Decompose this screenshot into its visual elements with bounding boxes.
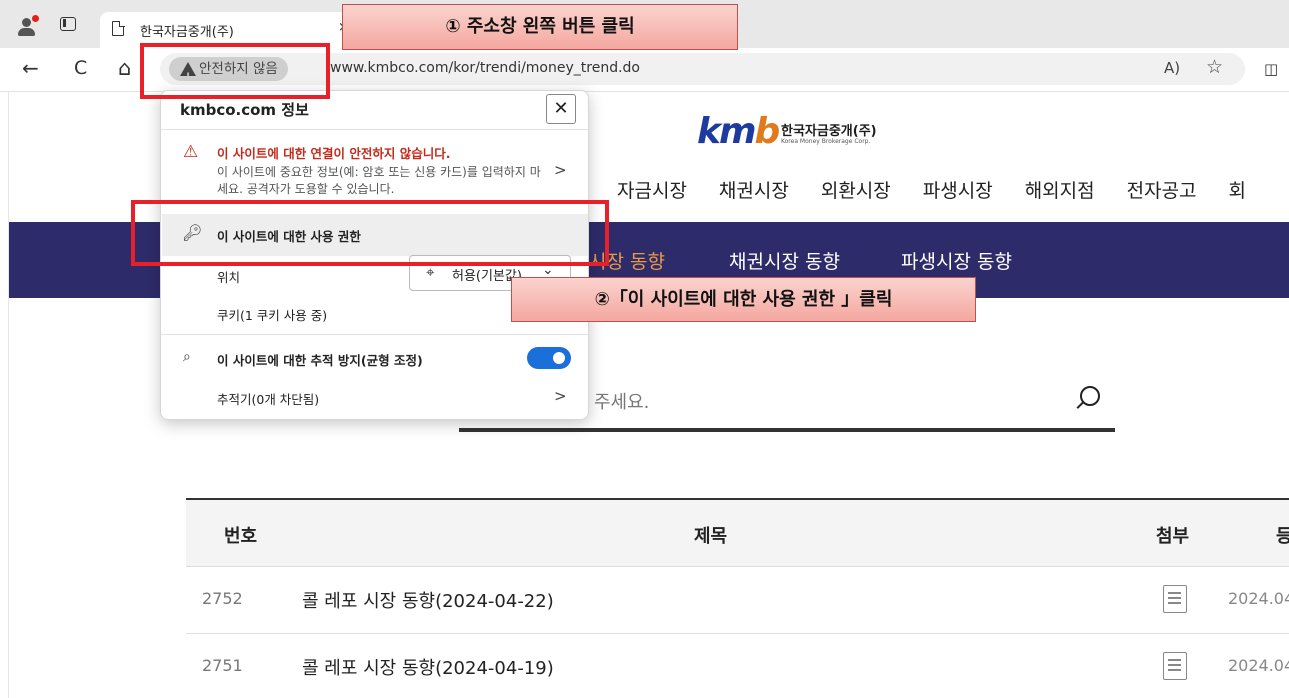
main-nav: 자금시장 채권시장 외환시장 파생시장 해외지점 전자공고 회 bbox=[617, 176, 1246, 203]
row-title-link[interactable]: 콜 레포 시장 동향(2024-04-22) bbox=[302, 587, 554, 613]
header-title: 제목 bbox=[694, 526, 728, 547]
nav-item-bond-market[interactable]: 채권시장 bbox=[719, 176, 789, 203]
step2-callout: ②「이 사이트에 대한 사용 권한 」클릭 bbox=[511, 277, 976, 322]
cookies-item[interactable]: 쿠키(1 쿠키 사용 중) bbox=[217, 305, 327, 324]
table-row[interactable]: 2752 콜 레포 시장 동향(2024-04-22) 2024.04 bbox=[186, 567, 1289, 634]
alert-triangle-icon: ⚠ bbox=[183, 142, 199, 162]
page-icon bbox=[112, 20, 125, 36]
tracking-prevention-icon: ⌕ bbox=[183, 349, 191, 365]
back-icon[interactable]: ← bbox=[22, 56, 39, 80]
row-date: 2024.04 bbox=[1228, 656, 1289, 675]
nav-item-overseas-branch[interactable]: 해외지점 bbox=[1025, 176, 1095, 203]
attachment-icon[interactable] bbox=[1163, 652, 1187, 680]
home-icon[interactable]: ⌂ bbox=[118, 56, 131, 80]
subnav-derivatives-trend[interactable]: 파생시장 동향 bbox=[901, 247, 1012, 274]
search-underline bbox=[459, 428, 1115, 432]
nav-item-money-market[interactable]: 자금시장 bbox=[617, 176, 687, 203]
nav-item-fx-market[interactable]: 외환시장 bbox=[821, 176, 891, 203]
divider bbox=[161, 129, 588, 130]
insecure-connection-title[interactable]: 이 사이트에 대한 연결이 안전하지 않습니다. bbox=[217, 143, 451, 162]
table-row[interactable]: 2751 콜 레포 시장 동향(2024-04-19) 2024.04 bbox=[186, 634, 1289, 698]
divider bbox=[161, 334, 588, 335]
read-aloud-icon[interactable]: A) bbox=[1164, 59, 1180, 77]
nav-item-company[interactable]: 회 bbox=[1229, 176, 1246, 203]
location-label: 위치 bbox=[217, 270, 241, 285]
row-number: 2752 bbox=[202, 589, 243, 608]
search-input[interactable]: 주세요. bbox=[594, 388, 649, 414]
logo-korean-name: 한국자금중개(주) bbox=[781, 124, 877, 139]
logo-english-name: Korea Money Brokerage Corp. bbox=[781, 138, 871, 145]
profile-icon[interactable] bbox=[17, 15, 39, 37]
trackers-item[interactable]: 추적기(0개 차단됨) bbox=[217, 389, 319, 408]
site-logo[interactable]: kmb 한국자금중개(주) Korea Money Brokerage Corp… bbox=[697, 114, 877, 150]
tab-title: 한국자금중개(주) bbox=[140, 25, 234, 40]
popup-title: kmbco.com 정보 bbox=[180, 101, 309, 119]
url-text[interactable]: www.kmbco.com/kor/trendi/money_trend.do bbox=[330, 60, 640, 76]
favorite-icon[interactable]: ☆ bbox=[1206, 56, 1223, 78]
row-date: 2024.04 bbox=[1228, 589, 1289, 608]
tracking-prevention-toggle[interactable] bbox=[527, 347, 571, 369]
attachment-icon[interactable] bbox=[1163, 585, 1187, 613]
nav-item-derivatives-market[interactable]: 파생시장 bbox=[923, 176, 993, 203]
row-number: 2751 bbox=[202, 656, 243, 675]
header-attachment: 첨부 bbox=[1156, 526, 1190, 547]
table-header: 번호 제목 첨부 등 bbox=[186, 500, 1289, 567]
header-date: 등 bbox=[1276, 522, 1289, 548]
tracking-prevention-label: 이 사이트에 대한 추적 방지(균형 조정) bbox=[217, 353, 423, 368]
split-screen-icon[interactable]: ◫ bbox=[1264, 60, 1278, 78]
search-icon[interactable] bbox=[1080, 386, 1100, 406]
chevron-right-icon[interactable]: > bbox=[554, 387, 567, 405]
chevron-right-icon[interactable]: > bbox=[554, 161, 567, 179]
refresh-icon[interactable]: C bbox=[74, 56, 87, 80]
subnav-bond-trend[interactable]: 채권시장 동향 bbox=[729, 247, 840, 274]
nav-item-public-notice[interactable]: 전자공고 bbox=[1127, 176, 1197, 203]
highlight-site-permissions bbox=[131, 200, 609, 266]
header-number: 번호 bbox=[224, 526, 258, 547]
highlight-security-button bbox=[140, 43, 330, 99]
close-icon[interactable]: ✕ bbox=[546, 94, 576, 124]
insecure-connection-desc: 이 사이트에 중요한 정보(예: 암호 또는 신용 카드)를 입력하지 마세요.… bbox=[217, 165, 541, 196]
step1-callout: ① 주소창 왼쪽 버튼 클릭 bbox=[342, 4, 738, 50]
tab-actions-icon[interactable] bbox=[60, 17, 76, 31]
row-title-link[interactable]: 콜 레포 시장 동향(2024-04-19) bbox=[302, 654, 554, 680]
